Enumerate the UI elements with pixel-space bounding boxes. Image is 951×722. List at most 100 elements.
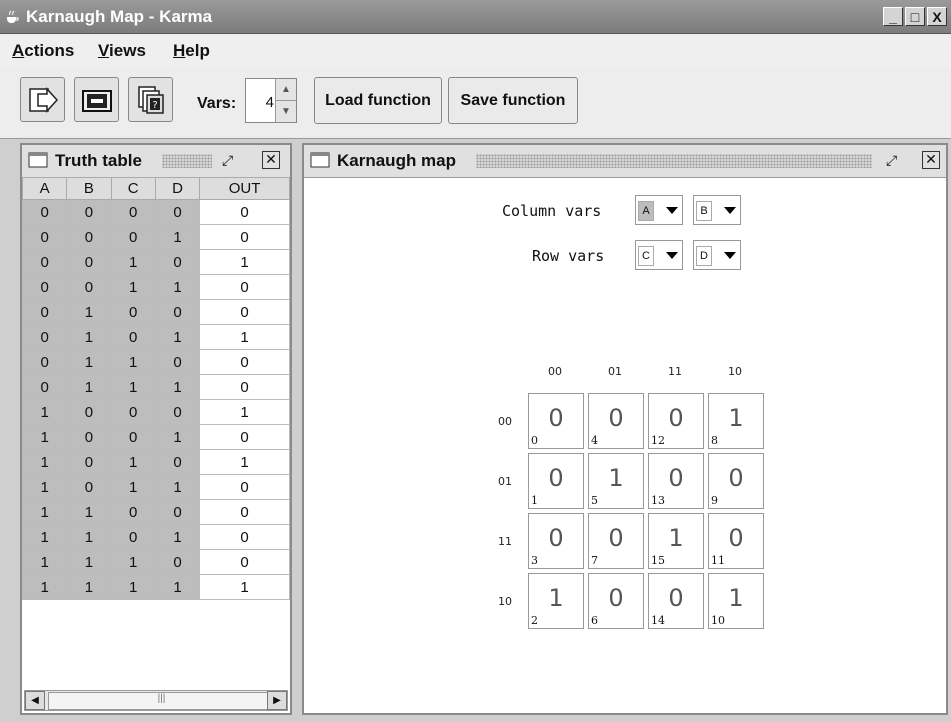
- column-header[interactable]: D: [154, 177, 201, 200]
- output-cell[interactable]: 0: [199, 499, 290, 525]
- input-cell[interactable]: 0: [66, 224, 112, 250]
- output-cell[interactable]: 0: [199, 299, 290, 325]
- input-cell[interactable]: 0: [154, 349, 201, 375]
- spinner-down-icon[interactable]: ▼: [275, 101, 296, 122]
- kmap-cell[interactable]: 0 13: [648, 453, 704, 509]
- input-cell[interactable]: 0: [21, 374, 68, 400]
- input-cell[interactable]: 1: [21, 574, 68, 600]
- input-cell[interactable]: 1: [21, 424, 68, 450]
- input-cell[interactable]: 0: [154, 249, 201, 275]
- input-cell[interactable]: 1: [110, 549, 156, 575]
- input-cell[interactable]: 1: [110, 249, 156, 275]
- input-cell[interactable]: 1: [154, 274, 201, 300]
- input-cell[interactable]: 1: [154, 574, 201, 600]
- vars-value[interactable]: 4: [248, 94, 274, 111]
- input-cell[interactable]: 1: [154, 224, 201, 250]
- menu-views[interactable]: Views: [98, 41, 146, 61]
- column-header[interactable]: C: [110, 177, 156, 200]
- output-cell[interactable]: 1: [199, 324, 290, 350]
- input-cell[interactable]: 0: [110, 299, 156, 325]
- input-cell[interactable]: 0: [110, 424, 156, 450]
- output-cell[interactable]: 0: [199, 224, 290, 250]
- maximize-button[interactable]: □: [905, 7, 925, 26]
- kmap-cell[interactable]: 00: [528, 393, 584, 449]
- input-cell[interactable]: 1: [154, 374, 201, 400]
- column-var-2-select[interactable]: B: [693, 195, 741, 225]
- input-cell[interactable]: 1: [66, 299, 112, 325]
- input-cell[interactable]: 1: [21, 474, 68, 500]
- input-cell[interactable]: 1: [154, 524, 201, 550]
- input-cell[interactable]: 0: [110, 199, 156, 225]
- column-header[interactable]: A: [21, 177, 68, 200]
- kmap-cell[interactable]: 15: [588, 453, 644, 509]
- output-cell[interactable]: 1: [199, 449, 290, 475]
- close-icon[interactable]: ✕: [922, 151, 940, 169]
- kmap-cell[interactable]: 03: [528, 513, 584, 569]
- column-header[interactable]: B: [66, 177, 112, 200]
- kmap-cell[interactable]: 1 15: [648, 513, 704, 569]
- menu-help[interactable]: Help: [173, 41, 210, 61]
- input-cell[interactable]: 0: [110, 524, 156, 550]
- input-cell[interactable]: 1: [66, 574, 112, 600]
- output-cell[interactable]: 0: [199, 374, 290, 400]
- close-icon[interactable]: ✕: [262, 151, 280, 169]
- column-header[interactable]: OUT: [199, 177, 290, 200]
- input-cell[interactable]: 0: [21, 249, 68, 275]
- input-cell[interactable]: 0: [66, 199, 112, 225]
- input-cell[interactable]: 0: [154, 549, 201, 575]
- kmap-cell[interactable]: 0 12: [648, 393, 704, 449]
- horizontal-scrollbar[interactable]: ◀ ||| ▶: [24, 690, 288, 711]
- input-cell[interactable]: 1: [110, 449, 156, 475]
- load-function-button[interactable]: Load function: [314, 77, 442, 124]
- output-cell[interactable]: 0: [199, 549, 290, 575]
- kmap-cell[interactable]: 0 11: [708, 513, 764, 569]
- input-cell[interactable]: 1: [21, 399, 68, 425]
- scroll-left-icon[interactable]: ◀: [25, 691, 45, 710]
- output-cell[interactable]: 0: [199, 199, 290, 225]
- column-var-1-select[interactable]: A: [635, 195, 683, 225]
- input-cell[interactable]: 1: [66, 349, 112, 375]
- input-cell[interactable]: 0: [66, 274, 112, 300]
- input-cell[interactable]: 1: [154, 324, 201, 350]
- save-function-button[interactable]: Save function: [448, 77, 578, 124]
- input-cell[interactable]: 1: [21, 524, 68, 550]
- input-cell[interactable]: 1: [66, 549, 112, 575]
- input-cell[interactable]: 1: [66, 499, 112, 525]
- input-cell[interactable]: 0: [154, 499, 201, 525]
- output-cell[interactable]: 1: [199, 399, 290, 425]
- input-cell[interactable]: 0: [21, 224, 68, 250]
- output-cell[interactable]: 1: [199, 249, 290, 275]
- input-cell[interactable]: 0: [110, 224, 156, 250]
- close-button[interactable]: X: [927, 7, 947, 26]
- input-cell[interactable]: 1: [110, 374, 156, 400]
- output-cell[interactable]: 1: [199, 574, 290, 600]
- row-var-2-select[interactable]: D: [693, 240, 741, 270]
- input-cell[interactable]: 1: [110, 274, 156, 300]
- input-cell[interactable]: 0: [66, 399, 112, 425]
- input-cell[interactable]: 1: [21, 499, 68, 525]
- input-cell[interactable]: 0: [154, 199, 201, 225]
- maximize-icon[interactable]: ⤢: [222, 152, 240, 170]
- help-tool-button[interactable]: ?: [128, 77, 173, 122]
- input-cell[interactable]: 0: [21, 199, 68, 225]
- input-cell[interactable]: 0: [154, 299, 201, 325]
- scroll-right-icon[interactable]: ▶: [267, 691, 287, 710]
- kmap-cell[interactable]: 1 10: [708, 573, 764, 629]
- input-cell[interactable]: 1: [21, 449, 68, 475]
- input-cell[interactable]: 0: [66, 449, 112, 475]
- input-cell[interactable]: 0: [154, 399, 201, 425]
- scroll-thumb[interactable]: |||: [48, 692, 275, 710]
- input-cell[interactable]: 0: [21, 349, 68, 375]
- input-cell[interactable]: 0: [21, 299, 68, 325]
- input-cell[interactable]: 1: [110, 349, 156, 375]
- input-cell[interactable]: 0: [110, 499, 156, 525]
- input-cell[interactable]: 0: [21, 274, 68, 300]
- output-cell[interactable]: 0: [199, 424, 290, 450]
- output-cell[interactable]: 0: [199, 474, 290, 500]
- karnaugh-map-header[interactable]: Karnaugh map ⤢ ✕: [304, 145, 946, 178]
- vars-spinner[interactable]: 4 ▲ ▼: [245, 78, 297, 123]
- kmap-cell[interactable]: 18: [708, 393, 764, 449]
- truth-table-header[interactable]: Truth table ⤢ ✕: [22, 145, 290, 178]
- kmap-cell[interactable]: 01: [528, 453, 584, 509]
- input-cell[interactable]: 0: [110, 399, 156, 425]
